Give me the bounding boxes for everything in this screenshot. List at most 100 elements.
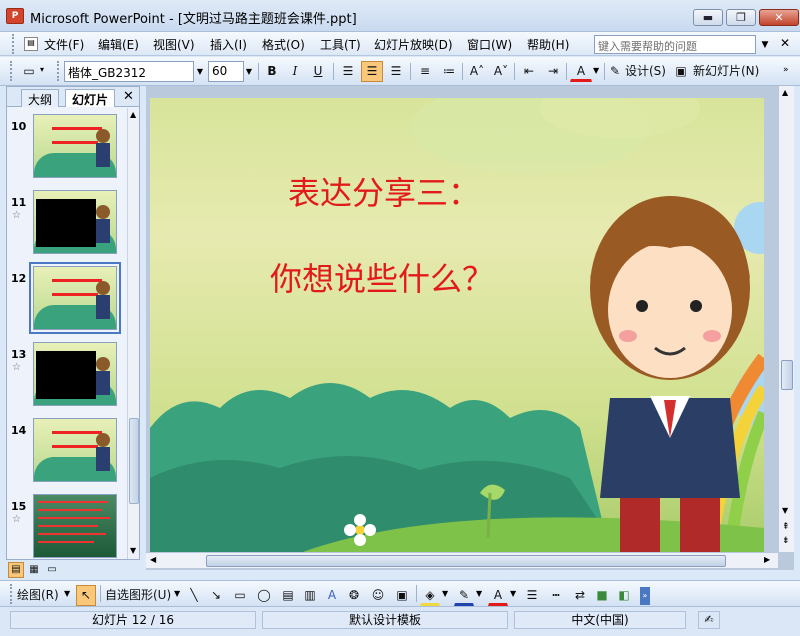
menu-file[interactable]: 文件(F) bbox=[44, 36, 84, 53]
select-pointer-icon[interactable]: ↖ bbox=[76, 585, 96, 606]
slide-horizontal-scrollbar[interactable]: ◀ ▶ bbox=[146, 552, 778, 568]
thumbnail-scroll-thumb[interactable] bbox=[129, 418, 139, 504]
italic-button[interactable]: I bbox=[285, 61, 305, 82]
menu-help[interactable]: 帮助(H) bbox=[527, 36, 569, 53]
menu-format[interactable]: 格式(O) bbox=[262, 36, 305, 53]
wordart-icon[interactable]: A bbox=[322, 585, 342, 606]
menu-slideshow[interactable]: 幻灯片放映(D) bbox=[374, 36, 453, 53]
draw-font-color-dropdown-icon[interactable]: ▼ bbox=[510, 589, 516, 598]
fill-color-icon[interactable]: ◈ bbox=[420, 585, 440, 606]
close-button[interactable]: ✕ bbox=[759, 9, 799, 26]
font-name-select[interactable]: 楷体_GB2312 bbox=[64, 61, 194, 82]
document-icon[interactable]: ▤ bbox=[24, 37, 38, 51]
line-color-dropdown-icon[interactable]: ▼ bbox=[476, 589, 482, 598]
line-tool-icon[interactable]: ╲ bbox=[184, 585, 204, 606]
toolbar-grip-2[interactable] bbox=[57, 61, 61, 81]
3d-style-icon[interactable]: ◧ bbox=[614, 585, 634, 606]
restore-button[interactable]: ❐ bbox=[726, 9, 756, 26]
new-slide-icon[interactable]: ▣ bbox=[674, 61, 688, 82]
autoshapes-dropdown-icon[interactable]: ▼ bbox=[174, 589, 180, 598]
autoshapes-button[interactable]: 自选图形(U) bbox=[104, 585, 176, 606]
panel-close-icon[interactable]: ✕ bbox=[123, 89, 134, 104]
slide-vertical-scrollbar[interactable]: ▲ ▼ ⇞ ⇟ bbox=[778, 86, 794, 552]
new-document-icon[interactable]: ▭ bbox=[18, 61, 40, 82]
picture-icon[interactable]: ▣ bbox=[392, 585, 412, 606]
line-color-icon[interactable]: ✎ bbox=[454, 585, 474, 606]
underline-button[interactable]: U bbox=[308, 61, 328, 82]
scroll-down-icon[interactable]: ▼ bbox=[782, 506, 788, 515]
slide-thumbnail-15[interactable] bbox=[33, 494, 117, 558]
design-button[interactable]: 设计(S) bbox=[624, 61, 668, 82]
menubar-grip[interactable] bbox=[12, 34, 16, 54]
drawbar-overflow-icon[interactable]: » bbox=[640, 587, 650, 605]
slide-sorter-icon[interactable]: ▦ bbox=[26, 562, 42, 578]
minimize-button[interactable]: ▬ bbox=[693, 9, 723, 26]
dash-style-icon[interactable]: ┅ bbox=[546, 585, 566, 606]
arrow-tool-icon[interactable]: ↘ bbox=[206, 585, 226, 606]
scroll-left-icon[interactable]: ◀ bbox=[150, 555, 156, 564]
horizontal-scroll-thumb[interactable] bbox=[206, 555, 726, 567]
bullets-icon[interactable]: ≔ bbox=[438, 61, 460, 82]
slide-thumbnail-10[interactable] bbox=[33, 114, 117, 178]
decrease-indent-icon[interactable]: ⇤ bbox=[518, 61, 540, 82]
menu-view[interactable]: 视图(V) bbox=[153, 36, 195, 53]
scroll-right-icon[interactable]: ▶ bbox=[764, 555, 770, 564]
increase-font-icon[interactable]: A˄ bbox=[466, 61, 488, 82]
align-center-icon[interactable]: ☰ bbox=[361, 61, 383, 82]
design-icon[interactable]: ✎ bbox=[608, 61, 622, 82]
draw-dropdown-icon[interactable]: ▼ bbox=[64, 589, 70, 598]
bold-button[interactable]: B bbox=[262, 61, 282, 82]
drawbar-grip[interactable] bbox=[10, 584, 14, 604]
tab-outline[interactable]: 大纲 bbox=[21, 89, 60, 107]
next-slide-icon[interactable]: ⇟ bbox=[782, 536, 790, 546]
draw-font-color-icon[interactable]: A bbox=[488, 585, 508, 606]
slide-thumbnail-14[interactable] bbox=[33, 418, 117, 482]
toolbar-grip[interactable] bbox=[10, 61, 14, 81]
oval-tool-icon[interactable]: ◯ bbox=[254, 585, 274, 606]
menu-window[interactable]: 窗口(W) bbox=[467, 36, 512, 53]
align-right-icon[interactable]: ☰ bbox=[385, 61, 407, 82]
scroll-up-icon[interactable]: ▲ bbox=[782, 88, 788, 97]
textbox-tool-icon[interactable]: ▤ bbox=[278, 585, 298, 606]
slide-thumbnail-13[interactable] bbox=[33, 342, 117, 406]
menu-tools[interactable]: 工具(T) bbox=[320, 36, 361, 53]
doc-close-icon[interactable]: ✕ bbox=[780, 36, 790, 50]
menu-insert[interactable]: 插入(I) bbox=[210, 36, 247, 53]
shadow-style-icon[interactable]: ■ bbox=[592, 585, 612, 606]
line-style-icon[interactable]: ☰ bbox=[522, 585, 542, 606]
font-color-dropdown-icon[interactable]: ▼ bbox=[593, 66, 599, 75]
diagram-icon[interactable]: ❂ bbox=[344, 585, 364, 606]
powerpoint-app-icon[interactable]: P bbox=[6, 8, 24, 24]
menu-edit[interactable]: 编辑(E) bbox=[98, 36, 139, 53]
spelling-check-icon[interactable]: ✍ bbox=[698, 611, 720, 629]
thumbnail-scrollbar[interactable]: ▲ ▼ bbox=[127, 108, 139, 559]
help-dropdown-icon[interactable]: ▼ bbox=[758, 36, 772, 54]
fill-color-dropdown-icon[interactable]: ▼ bbox=[442, 589, 448, 598]
increase-indent-icon[interactable]: ⇥ bbox=[542, 61, 564, 82]
font-size-dropdown-icon[interactable]: ▼ bbox=[243, 62, 255, 81]
slideshow-view-icon[interactable]: ▭ bbox=[44, 562, 60, 578]
font-color-icon[interactable]: A bbox=[570, 61, 592, 82]
toolbar-overflow-icon[interactable]: » bbox=[783, 65, 789, 75]
font-name-dropdown-icon[interactable]: ▼ bbox=[194, 62, 206, 81]
slide-thumbnail-12[interactable] bbox=[29, 262, 121, 334]
help-search-input[interactable]: 键入需要帮助的问题 bbox=[594, 35, 756, 54]
current-slide[interactable]: 表达分享三： 你想说些什么？ bbox=[150, 98, 764, 553]
font-size-select[interactable]: 60 bbox=[208, 61, 244, 82]
new-slide-button[interactable]: 新幻灯片(N) bbox=[692, 61, 764, 82]
normal-view-icon[interactable]: ▤ bbox=[8, 562, 24, 578]
previous-slide-icon[interactable]: ⇞ bbox=[782, 522, 790, 532]
toolbar-options-icon[interactable]: ▾ bbox=[40, 65, 44, 74]
vertical-textbox-icon[interactable]: ▥ bbox=[300, 585, 320, 606]
clipart-icon[interactable]: ☺ bbox=[368, 585, 388, 606]
rectangle-tool-icon[interactable]: ▭ bbox=[230, 585, 250, 606]
tab-slides[interactable]: 幻灯片 bbox=[65, 89, 116, 107]
scroll-down-icon[interactable]: ▼ bbox=[130, 546, 136, 555]
vertical-scroll-thumb[interactable] bbox=[781, 360, 793, 390]
slide-title[interactable]: 表达分享三： bbox=[288, 168, 480, 214]
decrease-font-icon[interactable]: A˅ bbox=[490, 61, 512, 82]
slide-body-text[interactable]: 你想说些什么？ bbox=[270, 254, 494, 300]
numbering-icon[interactable]: ≡ bbox=[414, 61, 436, 82]
scroll-up-icon[interactable]: ▲ bbox=[130, 110, 136, 119]
arrow-style-icon[interactable]: ⇄ bbox=[570, 585, 590, 606]
